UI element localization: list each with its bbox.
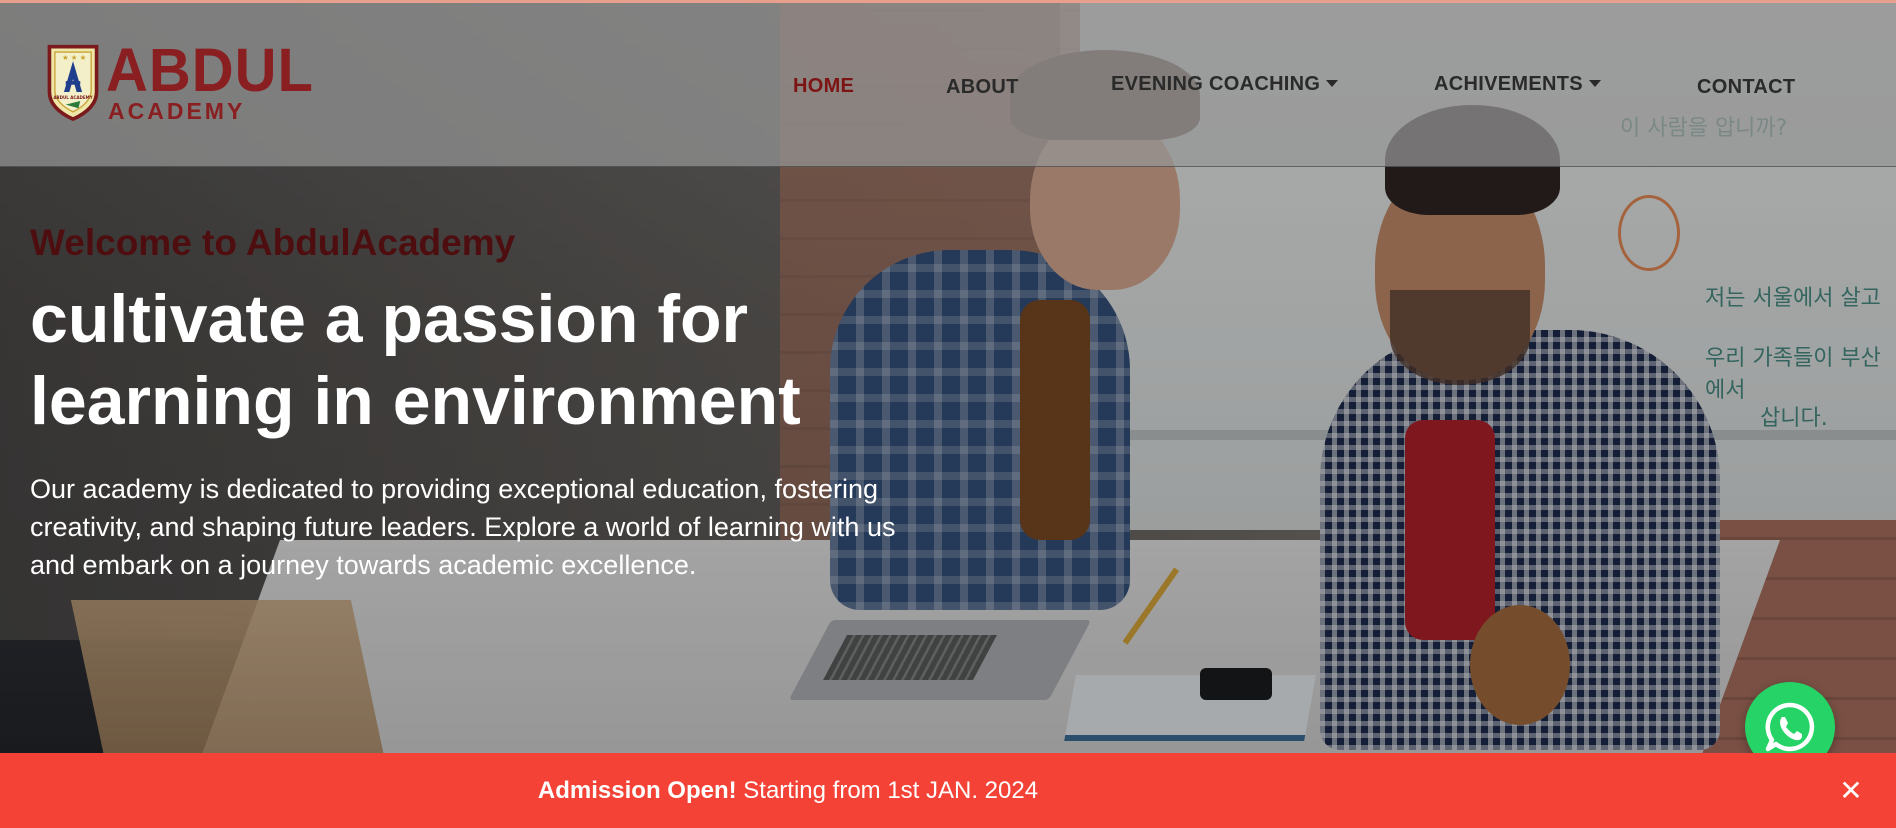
chevron-down-icon	[1326, 80, 1339, 87]
close-icon[interactable]: ✕	[1834, 773, 1868, 807]
site-header: ★ ★ ★ ABDUL ACADEMY ABDUL ACADEMY HOME A…	[0, 3, 1896, 167]
admission-banner: Admission Open! Starting from 1st JAN. 2…	[0, 753, 1896, 828]
hero-headline: cultivate a passion for learning in envi…	[30, 278, 930, 442]
nav-about[interactable]: ABOUT	[946, 76, 1019, 99]
crest-logo-icon: ★ ★ ★ ABDUL ACADEMY	[47, 44, 99, 122]
site-logo[interactable]: ★ ★ ★ ABDUL ACADEMY ABDUL ACADEMY	[44, 36, 314, 128]
nav-contact[interactable]: CONTACT	[1697, 76, 1795, 99]
hero-headline-line-2: learning in environment	[30, 363, 801, 439]
whatsapp-icon	[1765, 702, 1815, 752]
admission-banner-title: Admission Open!	[537, 776, 737, 804]
logo-name: ABDUL	[106, 35, 314, 105]
svg-text:★ ★ ★: ★ ★ ★	[62, 53, 87, 62]
nav-home[interactable]: HOME	[793, 75, 854, 98]
nav-achivements[interactable]: ACHIVEMENTS	[1434, 73, 1601, 96]
admission-banner-text: Admission Open! Starting from 1st JAN. 2…	[538, 777, 1038, 805]
nav-evening-coaching[interactable]: EVENING COACHING	[1111, 73, 1339, 96]
chevron-down-icon	[1588, 80, 1601, 87]
hero-headline-line-1: cultivate a passion for	[30, 281, 748, 357]
nav-achivements-label: ACHIVEMENTS	[1434, 73, 1583, 95]
welcome-heading: Welcome to AbdulAcademy	[30, 222, 516, 263]
nav-evening-coaching-label: EVENING COACHING	[1111, 73, 1321, 95]
hero-description: Our academy is dedicated to providing ex…	[30, 474, 896, 580]
admission-banner-date: Starting from 1st JAN. 2024	[736, 776, 1039, 804]
svg-text:ABDUL ACADEMY: ABDUL ACADEMY	[53, 95, 92, 100]
